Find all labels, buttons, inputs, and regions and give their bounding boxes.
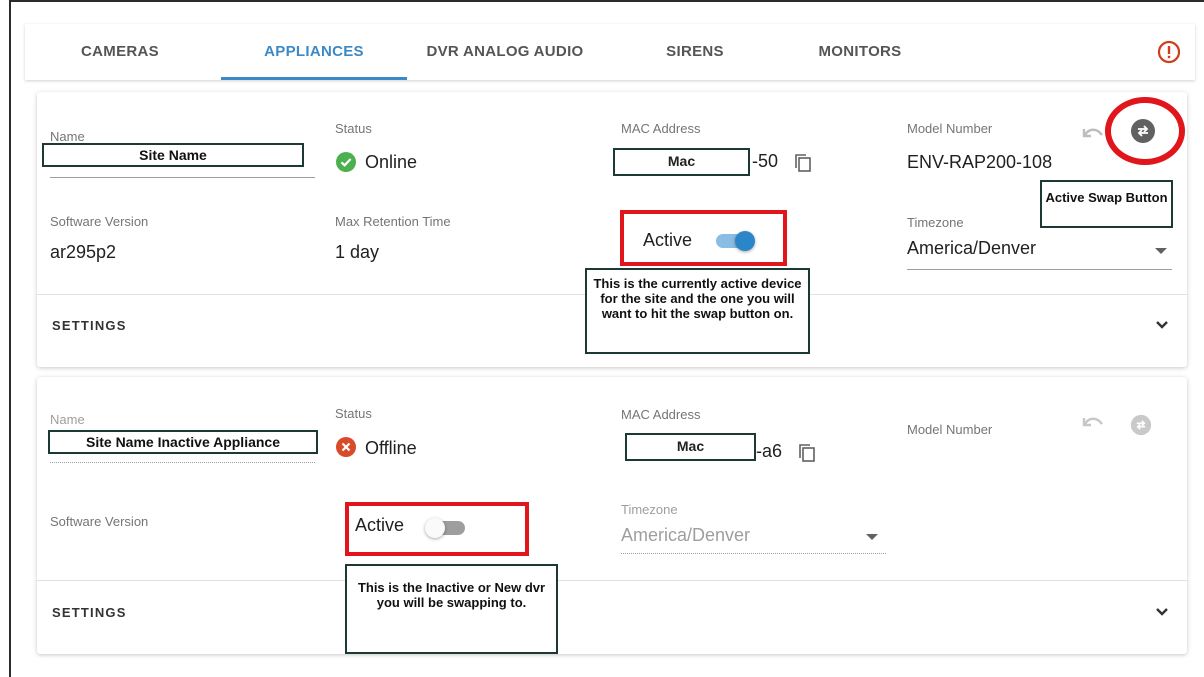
name-field-underline [50,462,315,463]
timezone-underline [907,269,1172,270]
status-label: Status [335,121,372,136]
dropdown-arrow-icon[interactable] [866,534,878,540]
check-circle-icon [336,152,356,172]
software-label: Software Version [50,214,149,229]
active-device-callout: This is the currently active device for … [585,268,810,354]
swap-button-callout: Active Swap Button [1040,180,1173,228]
appliance-card-inactive: Name Site Name Inactive Appliance Status… [37,377,1187,654]
settings-header[interactable]: SETTINGS [52,318,127,333]
swap-button-highlight [1105,97,1185,165]
tab-monitors[interactable]: MONITORS [795,24,925,80]
chevron-down-icon[interactable] [1153,603,1171,621]
settings-divider [37,580,1187,581]
name-label: Name [50,412,85,427]
active-tab-indicator [221,77,407,80]
retention-label: Max Retention Time [335,214,451,229]
dropdown-arrow-icon[interactable] [1155,248,1167,254]
name-field[interactable]: Site Name Inactive Appliance [48,430,318,454]
model-value: ENV-RAP200-108 [907,152,1053,172]
timezone-select[interactable]: America/Denver [621,525,750,546]
swap-icon[interactable] [1130,414,1152,436]
tab-appliances[interactable]: APPLIANCES [221,24,407,80]
mac-label: MAC Address [621,121,701,136]
model-label: Model Number [907,422,993,437]
tab-dvr-analog-audio[interactable]: DVR ANALOG AUDIO [405,24,605,80]
timezone-label: Timezone [621,502,678,517]
mac-label: MAC Address [621,407,701,422]
name-field-underline [50,177,315,178]
tab-cameras[interactable]: CAMERAS [65,24,175,80]
timezone-underline [621,553,886,554]
undo-icon[interactable] [1080,123,1104,143]
x-circle-icon [336,437,356,457]
settings-header[interactable]: SETTINGS [52,605,127,620]
tab-sirens[interactable]: SIRENS [645,24,745,80]
tab-bar: CAMERAS APPLIANCES DVR ANALOG AUDIO SIRE… [25,24,1195,80]
copy-icon[interactable] [797,443,817,463]
inactive-toggle-highlight [345,502,529,556]
model-label: Model Number [907,121,993,136]
software-label: Software Version [50,514,149,529]
status-value: Online [365,152,418,172]
active-toggle-highlight [620,210,787,266]
mac-suffix: -a6 [756,441,783,461]
undo-icon[interactable] [1080,412,1104,432]
mac-value: Mac [613,148,750,176]
status-label: Status [335,406,372,421]
alert-circle-icon[interactable] [1157,40,1181,64]
retention-value: 1 day [335,242,380,262]
chevron-down-icon[interactable] [1153,316,1171,334]
timezone-label: Timezone [907,215,964,230]
mac-suffix: -50 [752,151,779,171]
copy-icon[interactable] [793,153,813,173]
timezone-select[interactable]: America/Denver [907,238,1036,259]
mac-value: Mac [625,433,756,461]
name-field[interactable]: Site Name [42,143,304,167]
inactive-device-callout: This is the Inactive or New dvr you will… [345,564,558,654]
software-value: ar295p2 [50,242,117,262]
status-value: Offline [365,438,417,458]
name-label: Name [50,129,85,144]
